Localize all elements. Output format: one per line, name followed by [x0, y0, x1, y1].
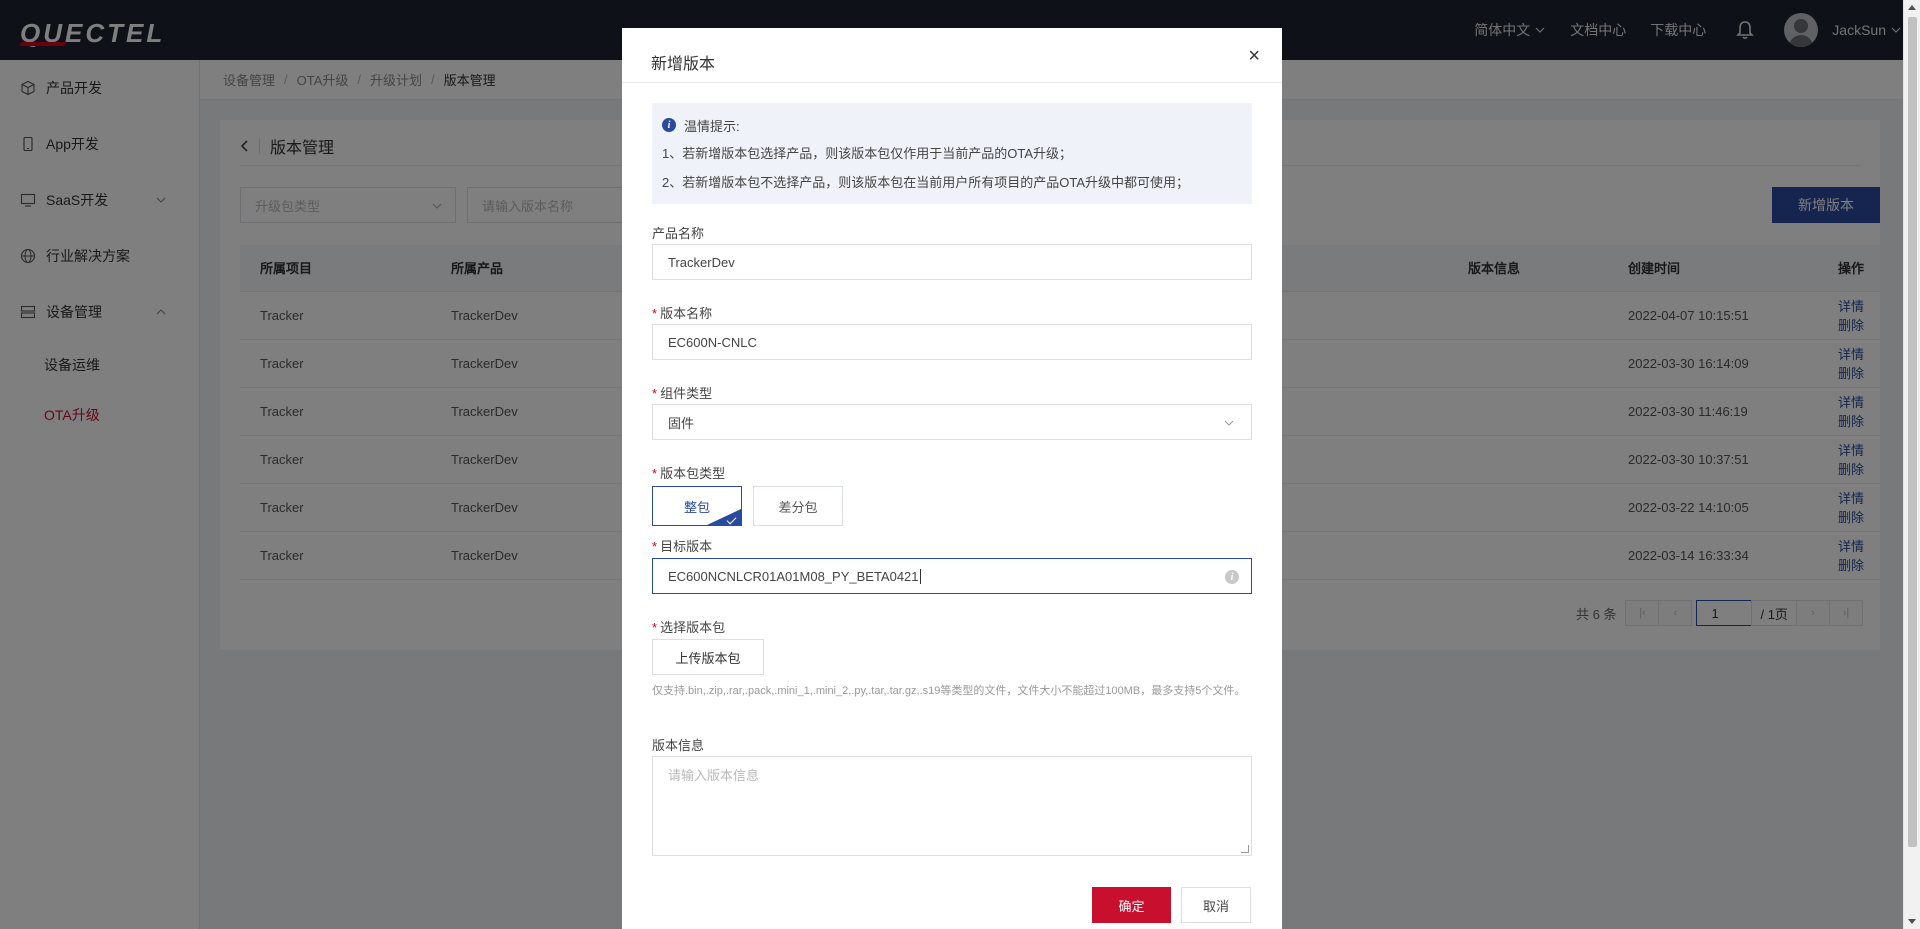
version-name-field[interactable]: EC600N-CNLC [652, 324, 1252, 360]
version-info-textarea[interactable]: 请输入版本信息 [652, 756, 1252, 856]
page-scrollbar[interactable] [1903, 0, 1920, 929]
label-text: 版本名称 [660, 306, 713, 321]
info-icon[interactable]: i [1225, 570, 1239, 584]
required-mark: * [652, 386, 658, 401]
version-name-label: * 版本名称 [652, 303, 712, 322]
label-text: 版本包类型 [660, 466, 726, 481]
tip-line: 2、若新增版本包不选择产品，则该版本包在当前用户所有项目的产品OTA升级中都可使… [662, 175, 1189, 190]
required-mark: * [652, 539, 658, 554]
tip-box: i 温情提示: 1、若新增版本包选择产品，则该版本包仅作用于当前产品的OTA升级… [652, 103, 1252, 204]
textarea-placeholder: 请输入版本信息 [668, 768, 760, 783]
scroll-down-icon[interactable] [1908, 919, 1916, 924]
component-type-label: * 组件类型 [652, 383, 712, 402]
close-icon[interactable]: × [1248, 46, 1260, 66]
label-text: 目标版本 [660, 539, 713, 554]
version-info-label: 版本信息 [652, 735, 704, 754]
target-version-label: * 目标版本 [652, 536, 712, 555]
field-value: EC600NCNLCR01A01M08_PY_BETA0421 [668, 568, 919, 584]
resize-handle-icon[interactable] [1241, 845, 1249, 853]
required-mark: * [652, 306, 658, 321]
upload-label: * 选择版本包 [652, 617, 725, 636]
tip-header: i 温情提示: [662, 115, 1242, 135]
label-text: 版本信息 [652, 738, 705, 753]
field-value: EC600N-CNLC [668, 334, 757, 350]
info-icon: i [662, 118, 676, 132]
option-label: 差分包 [778, 499, 818, 515]
dialog-title: 新增版本 [651, 56, 716, 73]
product-label: 产品名称 [652, 223, 704, 242]
add-version-dialog: 新增版本 × i 温情提示: 1、若新增版本包选择产品，则该版本包仅作用于当前产… [622, 28, 1282, 929]
target-version-field[interactable]: EC600NCNLCR01A01M08_PY_BETA0421 i [652, 558, 1252, 594]
label-text: 产品名称 [652, 226, 705, 241]
field-value: TrackerDev [668, 254, 735, 270]
scroll-up-icon[interactable] [1908, 5, 1916, 10]
upload-hint: 仅支持.bin,.zip,.rar,.pack,.mini_1,.mini_2,… [652, 685, 1246, 697]
cancel-button[interactable]: 取消 [1181, 887, 1251, 923]
package-type-label: * 版本包类型 [652, 463, 725, 482]
diff-package-option[interactable]: 差分包 [753, 486, 843, 526]
upload-package-button[interactable]: 上传版本包 [652, 639, 764, 675]
required-mark: * [652, 466, 658, 481]
label-text: 组件类型 [660, 386, 713, 401]
component-type-select[interactable]: 固件 [652, 404, 1252, 440]
confirm-button[interactable]: 确定 [1092, 887, 1171, 923]
label-text: 选择版本包 [660, 620, 726, 635]
required-mark: * [652, 620, 658, 635]
divider [622, 82, 1282, 83]
text-cursor [919, 568, 921, 584]
chevron-down-icon [1224, 420, 1234, 426]
select-value: 固件 [668, 415, 695, 431]
full-package-option[interactable]: 整包 [652, 486, 742, 526]
tip-line: 1、若新增版本包选择产品，则该版本包仅作用于当前产品的OTA升级； [662, 146, 1072, 161]
product-name-field[interactable]: TrackerDev [652, 244, 1252, 280]
tip-title: 温情提示: [684, 118, 740, 134]
scrollbar-thumb[interactable] [1908, 17, 1917, 847]
